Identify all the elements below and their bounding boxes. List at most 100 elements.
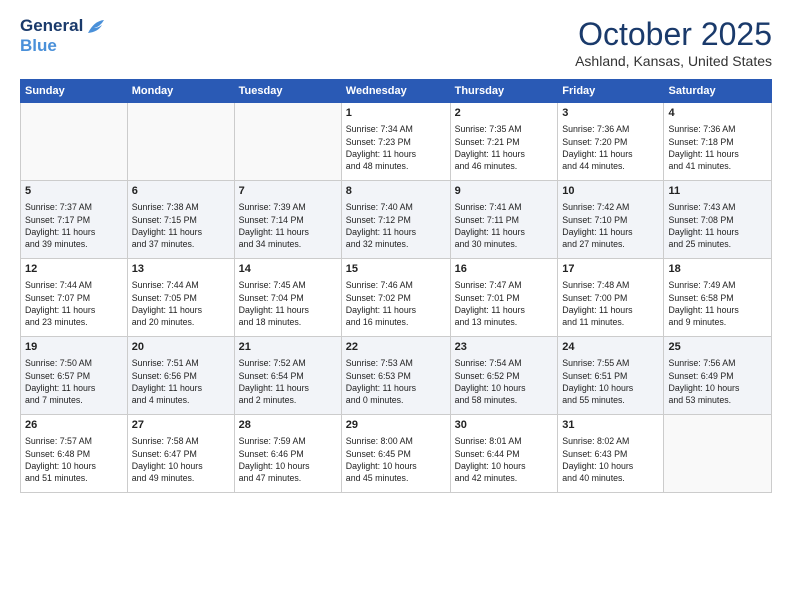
logo-text: General [20,16,107,36]
calendar-cell: 18Sunrise: 7:49 AMSunset: 6:58 PMDayligh… [664,259,772,337]
day-detail: Daylight: 11 hours [132,382,230,394]
day-detail: Sunset: 6:58 PM [668,292,767,304]
day-detail: Sunrise: 7:41 AM [455,201,554,213]
day-detail: Sunrise: 7:42 AM [562,201,659,213]
calendar-cell: 15Sunrise: 7:46 AMSunset: 7:02 PMDayligh… [341,259,450,337]
day-detail: Daylight: 10 hours [562,460,659,472]
day-detail: Sunset: 7:11 PM [455,214,554,226]
day-detail: Sunset: 7:10 PM [562,214,659,226]
day-detail: Daylight: 10 hours [132,460,230,472]
day-detail: Daylight: 11 hours [668,148,767,160]
calendar-cell: 25Sunrise: 7:56 AMSunset: 6:49 PMDayligh… [664,337,772,415]
day-detail: Sunset: 7:20 PM [562,136,659,148]
calendar-cell: 7Sunrise: 7:39 AMSunset: 7:14 PMDaylight… [234,181,341,259]
day-number: 20 [132,340,230,355]
day-detail: Sunrise: 7:34 AM [346,123,446,135]
col-header-tuesday: Tuesday [234,80,341,103]
col-header-thursday: Thursday [450,80,558,103]
day-detail: Daylight: 11 hours [562,148,659,160]
day-number: 11 [668,184,767,199]
day-detail: Sunrise: 7:44 AM [25,279,123,291]
day-detail: Sunrise: 7:40 AM [346,201,446,213]
day-number: 5 [25,184,123,199]
day-number: 7 [239,184,337,199]
day-detail: Daylight: 11 hours [455,148,554,160]
calendar-cell: 22Sunrise: 7:53 AMSunset: 6:53 PMDayligh… [341,337,450,415]
day-detail: Daylight: 10 hours [25,460,123,472]
day-detail: Sunset: 7:17 PM [25,214,123,226]
day-detail: Sunset: 6:56 PM [132,370,230,382]
day-detail: Daylight: 10 hours [668,382,767,394]
calendar-cell: 10Sunrise: 7:42 AMSunset: 7:10 PMDayligh… [558,181,664,259]
day-number: 13 [132,262,230,277]
day-detail: Daylight: 11 hours [132,226,230,238]
week-row-5: 26Sunrise: 7:57 AMSunset: 6:48 PMDayligh… [21,415,772,493]
day-number: 17 [562,262,659,277]
calendar-cell: 20 Sunrise: 7:51 AMSunset: 6:56 PMDayligh… [127,337,234,415]
day-number: 8 [346,184,446,199]
day-detail: Sunset: 6:44 PM [455,448,554,460]
calendar-cell: 2Sunrise: 7:35 AMSunset: 7:21 PMDaylight… [450,103,558,181]
calendar-cell: 9Sunrise: 7:41 AMSunset: 7:11 PMDaylight… [450,181,558,259]
day-detail: Daylight: 11 hours [25,226,123,238]
day-number: 21 [239,340,337,355]
day-detail: Sunset: 7:12 PM [346,214,446,226]
calendar-cell [234,103,341,181]
day-detail: Daylight: 10 hours [455,460,554,472]
day-detail: Sunrise: 7:51 AM [132,357,230,369]
day-detail: and 48 minutes. [346,160,446,172]
col-header-saturday: Saturday [664,80,772,103]
day-detail: and 9 minutes. [668,316,767,328]
calendar-cell: 11Sunrise: 7:43 AMSunset: 7:08 PMDayligh… [664,181,772,259]
day-detail: and 42 minutes. [455,472,554,484]
calendar-cell: 16Sunrise: 7:47 AMSunset: 7:01 PMDayligh… [450,259,558,337]
day-number: 30 [455,418,554,433]
day-detail: and 58 minutes. [455,394,554,406]
col-header-sunday: Sunday [21,80,128,103]
day-detail: Daylight: 11 hours [239,382,337,394]
day-number: 18 [668,262,767,277]
day-number: 24 [562,340,659,355]
day-number: 3 [562,106,659,121]
day-detail: and 51 minutes. [25,472,123,484]
day-detail: Sunrise: 7:59 AM [239,435,337,447]
calendar-cell: 28Sunrise: 7:59 AMSunset: 6:46 PMDayligh… [234,415,341,493]
day-detail: and 46 minutes. [455,160,554,172]
day-detail: and 30 minutes. [455,238,554,250]
day-detail: Daylight: 11 hours [455,226,554,238]
day-detail: Sunrise: 7:56 AM [668,357,767,369]
day-detail: Sunrise: 7:38 AM [132,201,230,213]
day-detail: Daylight: 11 hours [346,304,446,316]
day-detail: and 23 minutes. [25,316,123,328]
day-detail: and 0 minutes. [346,394,446,406]
day-detail: Daylight: 11 hours [132,304,230,316]
day-detail: Daylight: 10 hours [455,382,554,394]
day-detail: and 49 minutes. [132,472,230,484]
header-row: SundayMondayTuesdayWednesdayThursdayFrid… [21,80,772,103]
day-detail: Sunset: 7:05 PM [132,292,230,304]
day-detail: Sunset: 6:53 PM [346,370,446,382]
logo: General Blue [20,16,107,56]
day-detail: and 45 minutes. [346,472,446,484]
day-detail: Sunrise: 7:55 AM [562,357,659,369]
day-detail: and 2 minutes. [239,394,337,406]
day-detail: Daylight: 11 hours [346,148,446,160]
day-number: 28 [239,418,337,433]
day-detail: Daylight: 11 hours [455,304,554,316]
day-detail: Sunset: 7:18 PM [668,136,767,148]
day-detail: and 37 minutes. [132,238,230,250]
calendar-cell: 29Sunrise: 8:00 AMSunset: 6:45 PMDayligh… [341,415,450,493]
day-detail: Sunrise: 7:44 AM [132,279,230,291]
day-detail: Sunset: 7:21 PM [455,136,554,148]
calendar-cell: 24Sunrise: 7:55 AMSunset: 6:51 PMDayligh… [558,337,664,415]
day-detail: and 34 minutes. [239,238,337,250]
day-detail: Sunrise: 8:02 AM [562,435,659,447]
calendar-cell: 5 Sunrise: 7:37 AMSunset: 7:17 PMDaylight… [21,181,128,259]
day-detail: Sunset: 7:01 PM [455,292,554,304]
day-detail: Sunset: 6:45 PM [346,448,446,460]
day-detail: Sunrise: 7:37 AM [25,201,123,213]
calendar-table: SundayMondayTuesdayWednesdayThursdayFrid… [20,79,772,493]
day-detail: and 25 minutes. [668,238,767,250]
day-number: 31 [562,418,659,433]
day-number: 23 [455,340,554,355]
